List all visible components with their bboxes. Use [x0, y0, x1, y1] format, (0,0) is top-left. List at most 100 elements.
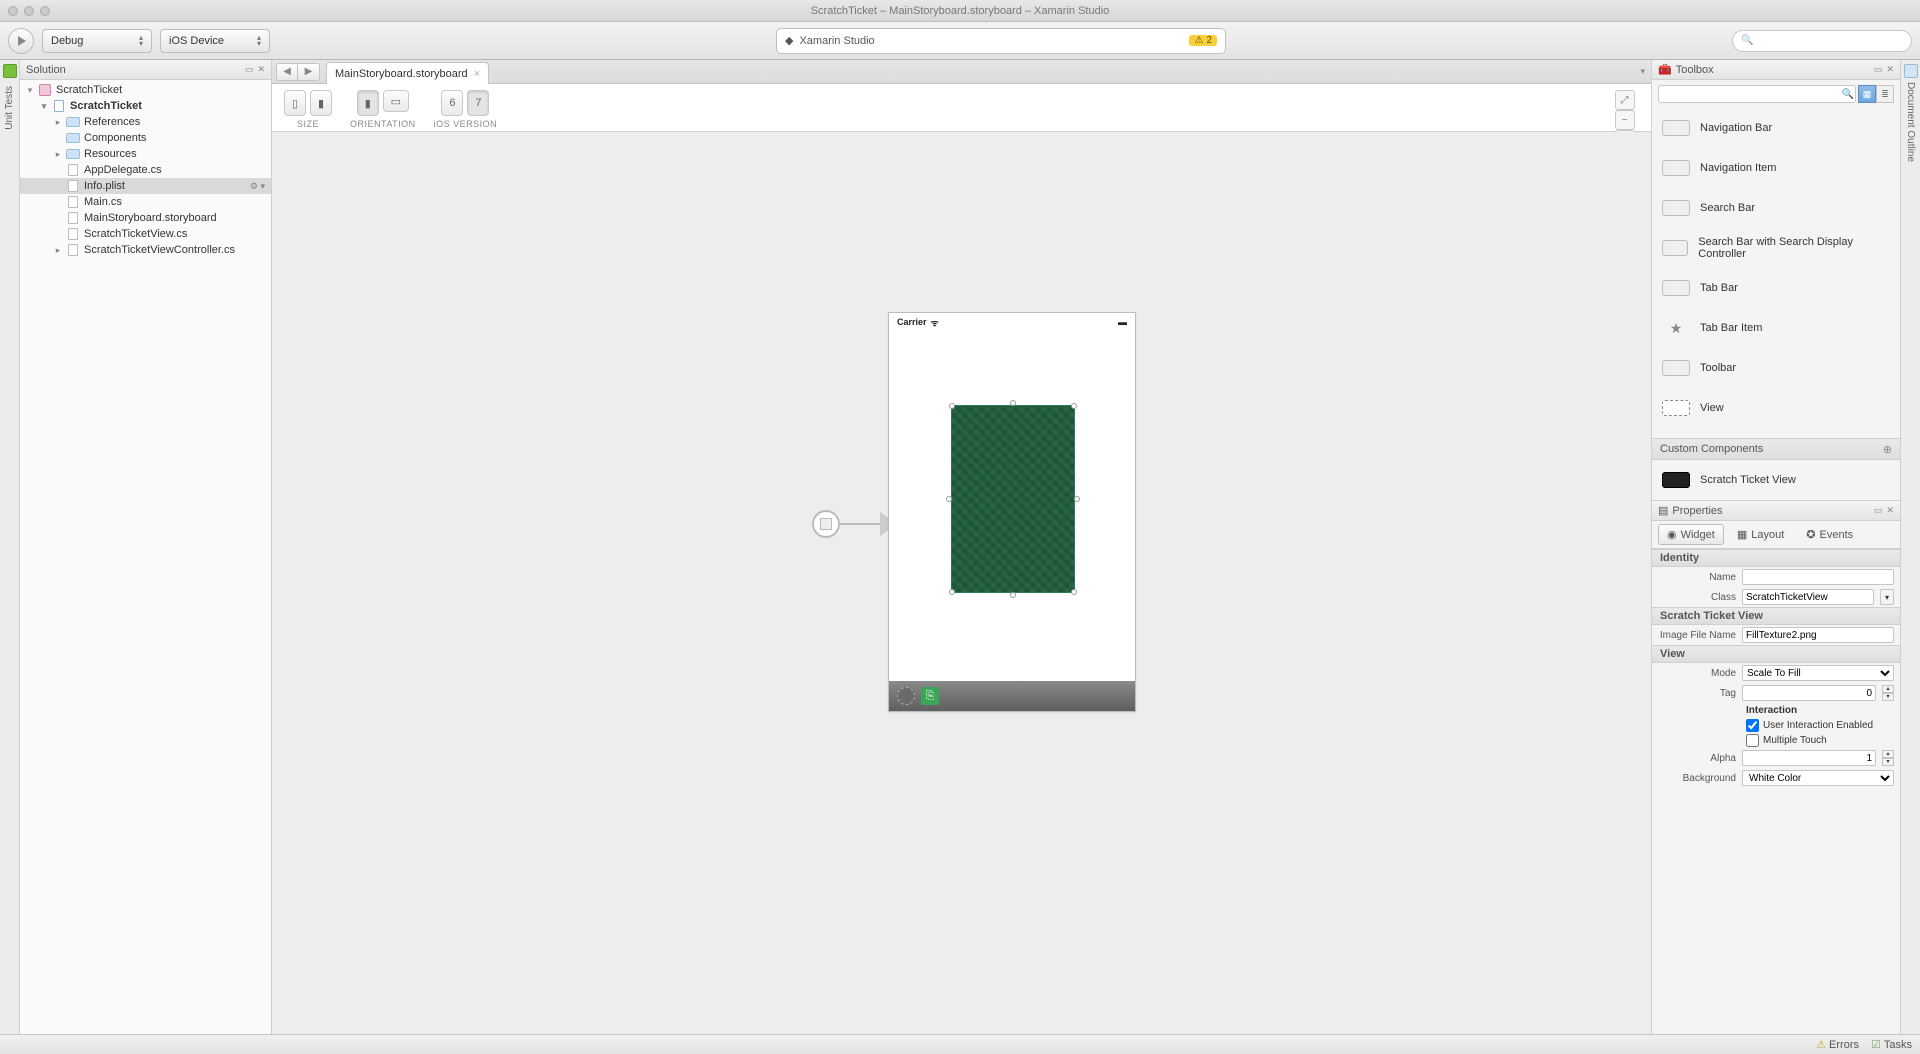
toolbox-item[interactable]: Tab Bar: [1652, 268, 1900, 308]
tree-item[interactable]: ▸Resources: [20, 146, 271, 162]
resize-handle[interactable]: [1010, 592, 1016, 598]
storyboard-canvas[interactable]: Carrier ᯤ ▬ ⎘: [272, 132, 1651, 1034]
scratch-ticket-view[interactable]: [951, 405, 1075, 593]
tag-field[interactable]: [1742, 685, 1876, 701]
mode-select[interactable]: Scale To Fill: [1742, 665, 1894, 681]
toolbox-category[interactable]: Custom Components ⊕: [1652, 438, 1900, 460]
toolbox-item-icon: [1662, 400, 1690, 416]
tab-widget[interactable]: ◉Widget: [1658, 524, 1724, 545]
tab-overflow-icon[interactable]: ▾: [1640, 66, 1645, 77]
tree-item[interactable]: AppDelegate.cs: [20, 162, 271, 178]
tree-item[interactable]: ▾ScratchTicket: [20, 98, 271, 114]
scratch-view-icon: [1662, 472, 1690, 488]
ios6-button[interactable]: 6: [441, 90, 463, 116]
size-small-button[interactable]: ▯: [284, 90, 306, 116]
run-button[interactable]: [8, 28, 34, 54]
tag-stepper[interactable]: ▴▾: [1882, 685, 1894, 701]
toolbox-item[interactable]: Search Bar: [1652, 188, 1900, 228]
toolbox-item[interactable]: Scratch Ticket View: [1652, 460, 1900, 500]
wifi-icon: ᯤ: [931, 316, 939, 329]
tasks-button[interactable]: Tasks: [1871, 1038, 1912, 1051]
global-search-input[interactable]: [1732, 30, 1912, 52]
toolbox-item[interactable]: ★Tab Bar Item: [1652, 308, 1900, 348]
class-dropdown-button[interactable]: ▾: [1880, 589, 1894, 605]
configuration-dropdown[interactable]: Debug ▴▾: [42, 29, 152, 53]
alpha-stepper[interactable]: ▴▾: [1882, 750, 1894, 766]
toolbox-item[interactable]: View: [1652, 388, 1900, 428]
panel-options-icon[interactable]: ▭: [245, 64, 254, 75]
toolbox-search-input[interactable]: [1658, 85, 1856, 103]
tree-item[interactable]: ▸References: [20, 114, 271, 130]
alpha-field[interactable]: [1742, 750, 1876, 766]
nav-back-button[interactable]: ◀: [276, 63, 298, 81]
document-outline-icon[interactable]: [1904, 64, 1918, 78]
orientation-portrait-button[interactable]: ▮: [357, 90, 379, 116]
first-responder-icon[interactable]: [897, 687, 915, 705]
tree-item[interactable]: MainStoryboard.storyboard: [20, 210, 271, 226]
toolbox-item[interactable]: Toolbar: [1652, 348, 1900, 388]
resize-handle[interactable]: [949, 403, 955, 409]
toolbox-item[interactable]: Navigation Bar: [1652, 108, 1900, 148]
entry-point[interactable]: [812, 510, 896, 538]
errors-button[interactable]: Errors: [1816, 1038, 1859, 1051]
grid-view-button[interactable]: ▦: [1858, 85, 1876, 103]
panel-options-icon[interactable]: ▭: [1874, 64, 1883, 75]
image-field[interactable]: [1742, 627, 1894, 643]
exit-icon[interactable]: ⎘: [921, 687, 939, 705]
zoom-out-button[interactable]: −: [1615, 110, 1635, 130]
document-tab[interactable]: MainStoryboard.storyboard ×: [326, 62, 489, 84]
unit-tests-label[interactable]: Unit Tests: [4, 86, 15, 130]
tree-item[interactable]: Components: [20, 130, 271, 146]
image-label: Image File Name: [1658, 630, 1736, 641]
device-dropdown[interactable]: iOS Device ▴▾: [160, 29, 270, 53]
close-tab-icon[interactable]: ×: [474, 68, 480, 80]
item-options-icon[interactable]: ⚙ ▾: [250, 181, 265, 192]
name-field[interactable]: [1742, 569, 1894, 585]
disclosure-icon[interactable]: ▸: [54, 245, 62, 256]
user-interaction-checkbox[interactable]: [1746, 719, 1759, 732]
resize-handle[interactable]: [946, 496, 952, 502]
background-select[interactable]: White Color: [1742, 770, 1894, 786]
panel-close-icon[interactable]: ✕: [1886, 64, 1894, 75]
disclosure-icon[interactable]: ▾: [40, 101, 48, 112]
nav-forward-button[interactable]: ▶: [298, 63, 320, 81]
solution-tree[interactable]: ▾ScratchTicket▾ScratchTicket▸ReferencesC…: [20, 80, 271, 1034]
resize-handle[interactable]: [1071, 589, 1077, 595]
resize-handle[interactable]: [1071, 403, 1077, 409]
panel-close-icon[interactable]: ✕: [257, 64, 265, 75]
disclosure-icon[interactable]: ▸: [54, 117, 62, 128]
tree-item[interactable]: ScratchTicketView.cs: [20, 226, 271, 242]
toolbox-item-label: Scratch Ticket View: [1700, 474, 1796, 486]
class-field[interactable]: [1742, 589, 1874, 605]
scene-dock[interactable]: ⎘: [889, 681, 1135, 711]
view-controller-scene[interactable]: Carrier ᯤ ▬ ⎘: [888, 312, 1136, 712]
unit-tests-icon[interactable]: [3, 64, 17, 78]
panel-options-icon[interactable]: ▭: [1874, 505, 1883, 516]
resize-handle[interactable]: [1074, 496, 1080, 502]
tree-item[interactable]: Main.cs: [20, 194, 271, 210]
warning-badge[interactable]: 2: [1189, 35, 1217, 46]
document-outline-label[interactable]: Document Outline: [1905, 82, 1916, 162]
zoom-fit-button[interactable]: ⤢: [1615, 90, 1635, 110]
disclosure-icon[interactable]: ▾: [26, 85, 34, 96]
orientation-landscape-button[interactable]: ▭: [383, 90, 409, 112]
tree-item[interactable]: ▾ScratchTicket: [20, 82, 271, 98]
toolbox-item[interactable]: Navigation Item: [1652, 148, 1900, 188]
panel-close-icon[interactable]: ✕: [1886, 505, 1894, 516]
tab-layout[interactable]: ▦Layout: [1728, 524, 1793, 545]
size-tall-button[interactable]: ▮: [310, 90, 332, 116]
tab-events[interactable]: ✪Events: [1797, 524, 1862, 545]
multiple-touch-checkbox[interactable]: [1746, 734, 1759, 747]
window-titlebar: ScratchTicket – MainStoryboard.storyboar…: [0, 0, 1920, 22]
add-component-icon[interactable]: ⊕: [1883, 443, 1892, 456]
size-group: ▯ ▮ SIZE: [284, 90, 332, 129]
resize-handle[interactable]: [1010, 400, 1016, 406]
tree-item[interactable]: Info.plist⚙ ▾: [20, 178, 271, 194]
tree-item[interactable]: ▸ScratchTicketViewController.cs: [20, 242, 271, 258]
resize-handle[interactable]: [949, 589, 955, 595]
ios7-button[interactable]: 7: [467, 90, 489, 116]
list-view-button[interactable]: ≣: [1876, 85, 1894, 103]
disclosure-icon[interactable]: ▸: [54, 149, 62, 160]
toolbox-item[interactable]: Search Bar with Search Display Controlle…: [1652, 228, 1900, 268]
toolbox-list[interactable]: Navigation BarNavigation ItemSearch BarS…: [1652, 108, 1900, 438]
